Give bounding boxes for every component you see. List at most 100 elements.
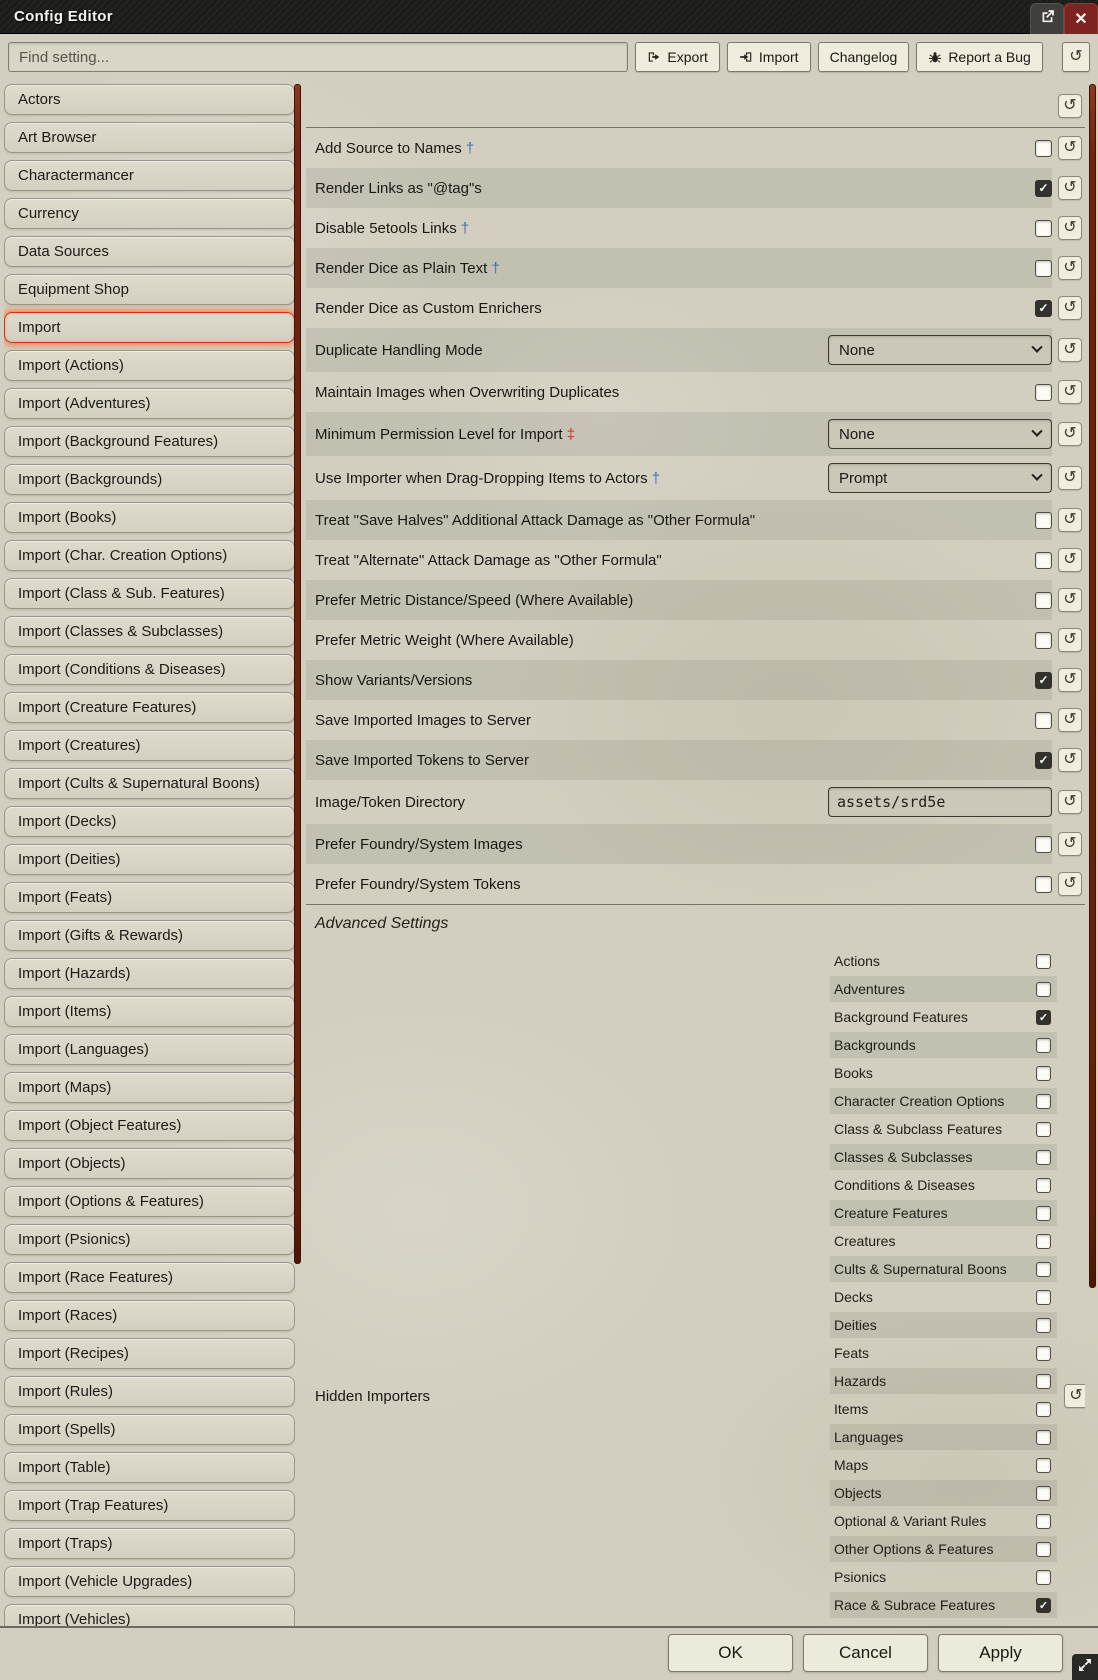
sidebar-item-import-char-creation-options[interactable]: Import (Char. Creation Options) (4, 540, 295, 571)
setting-checkbox[interactable]: ✓ (1035, 876, 1052, 893)
setting-checkbox[interactable]: ✓ (1036, 1178, 1051, 1193)
setting-checkbox[interactable]: ✓ (1036, 1318, 1051, 1333)
sidebar-item-import-items[interactable]: Import (Items) (4, 996, 295, 1027)
sidebar-item-import-object-features[interactable]: Import (Object Features) (4, 1110, 295, 1141)
sidebar-item-import-background-features[interactable]: Import (Background Features) (4, 426, 295, 457)
setting-checkbox[interactable]: ✓ (1036, 1346, 1051, 1361)
setting-select[interactable]: None (828, 419, 1052, 449)
sidebar-item-import-rules[interactable]: Import (Rules) (4, 1376, 295, 1407)
sidebar-item-import-deities[interactable]: Import (Deities) (4, 844, 295, 875)
setting-checkbox[interactable]: ✓ (1036, 982, 1051, 997)
reset-setting-button[interactable]: ↺ (1058, 466, 1082, 490)
setting-checkbox[interactable]: ✓ (1035, 632, 1052, 649)
sidebar-item-import-class-sub-features[interactable]: Import (Class & Sub. Features) (4, 578, 295, 609)
setting-checkbox[interactable]: ✓ (1036, 1122, 1051, 1137)
setting-checkbox[interactable]: ✓ (1036, 1262, 1051, 1277)
sidebar-scrollbar[interactable] (294, 84, 301, 1264)
sidebar-item-import-psionics[interactable]: Import (Psionics) (4, 1224, 295, 1255)
setting-checkbox[interactable]: ✓ (1036, 1514, 1051, 1529)
changelog-button[interactable]: Changelog (818, 42, 910, 72)
sidebar-item-data-sources[interactable]: Data Sources (4, 236, 295, 267)
sidebar-item-import-creature-features[interactable]: Import (Creature Features) (4, 692, 295, 723)
sidebar-item-charactermancer[interactable]: Charactermancer (4, 160, 295, 191)
setting-checkbox[interactable]: ✓ (1035, 752, 1052, 769)
setting-checkbox[interactable]: ✓ (1035, 836, 1052, 853)
reset-setting-button[interactable]: ↺ (1058, 296, 1082, 320)
setting-checkbox[interactable]: ✓ (1036, 1066, 1051, 1081)
report-bug-button[interactable]: Report a Bug (916, 42, 1043, 72)
setting-checkbox[interactable]: ✓ (1036, 1038, 1051, 1053)
setting-checkbox[interactable]: ✓ (1035, 552, 1052, 569)
sidebar-item-actors[interactable]: Actors (4, 84, 295, 115)
setting-checkbox[interactable]: ✓ (1035, 712, 1052, 729)
setting-select[interactable]: None (828, 335, 1052, 365)
sidebar-item-import-feats[interactable]: Import (Feats) (4, 882, 295, 913)
setting-checkbox[interactable]: ✓ (1035, 384, 1052, 401)
setting-checkbox[interactable]: ✓ (1036, 1458, 1051, 1473)
setting-checkbox[interactable]: ✓ (1036, 1206, 1051, 1221)
export-button[interactable]: Export (635, 42, 719, 72)
sidebar-item-import-spells[interactable]: Import (Spells) (4, 1414, 295, 1445)
setting-checkbox[interactable]: ✓ (1035, 592, 1052, 609)
reset-setting-button[interactable]: ↺ (1058, 256, 1082, 280)
sidebar-item-import-cults-supernatural-boons[interactable]: Import (Cults & Supernatural Boons) (4, 768, 295, 799)
close-button[interactable]: ✕ (1064, 3, 1098, 34)
sidebar-item-import-maps[interactable]: Import (Maps) (4, 1072, 295, 1103)
setting-checkbox[interactable]: ✓ (1035, 180, 1052, 197)
sidebar-item-import-decks[interactable]: Import (Decks) (4, 806, 295, 837)
sidebar-item-import-race-features[interactable]: Import (Race Features) (4, 1262, 295, 1293)
setting-checkbox[interactable]: ✓ (1036, 1234, 1051, 1249)
setting-select[interactable]: Prompt (828, 463, 1052, 493)
setting-checkbox[interactable]: ✓ (1036, 1150, 1051, 1165)
sidebar-item-import-vehicles[interactable]: Import (Vehicles) (4, 1604, 295, 1626)
setting-checkbox[interactable]: ✓ (1035, 220, 1052, 237)
reset-setting-button[interactable]: ↺ (1058, 708, 1082, 732)
reset-setting-button[interactable]: ↺ (1058, 628, 1082, 652)
sidebar-item-import-classes-subclasses[interactable]: Import (Classes & Subclasses) (4, 616, 295, 647)
setting-checkbox[interactable]: ✓ (1035, 300, 1052, 317)
reset-setting-button[interactable]: ↺ (1058, 832, 1082, 856)
sidebar-item-equipment-shop[interactable]: Equipment Shop (4, 274, 295, 305)
import-button[interactable]: Import (727, 42, 811, 72)
setting-checkbox[interactable]: ✓ (1036, 1598, 1051, 1613)
reset-setting-button[interactable]: ↺ (1058, 548, 1082, 572)
reset-tab-button[interactable]: ↺ (1058, 94, 1082, 118)
cancel-button[interactable]: Cancel (803, 1634, 928, 1672)
reset-setting-button[interactable]: ↺ (1058, 872, 1082, 896)
sidebar-item-import-conditions-diseases[interactable]: Import (Conditions & Diseases) (4, 654, 295, 685)
sidebar-item-import-adventures[interactable]: Import (Adventures) (4, 388, 295, 419)
reset-hidden-importers-button[interactable]: ↺ (1064, 1384, 1085, 1408)
setting-checkbox[interactable]: ✓ (1036, 1290, 1051, 1305)
resize-handle[interactable] (1072, 1654, 1098, 1680)
sidebar-item-import-options-features[interactable]: Import (Options & Features) (4, 1186, 295, 1217)
setting-checkbox[interactable]: ✓ (1036, 1542, 1051, 1557)
sidebar-item-import-backgrounds[interactable]: Import (Backgrounds) (4, 464, 295, 495)
popout-button[interactable] (1030, 3, 1064, 34)
search-input[interactable] (8, 42, 628, 72)
sidebar-item-import-actions[interactable]: Import (Actions) (4, 350, 295, 381)
setting-checkbox[interactable]: ✓ (1035, 140, 1052, 157)
sidebar-item-import-objects[interactable]: Import (Objects) (4, 1148, 295, 1179)
reset-setting-button[interactable]: ↺ (1058, 668, 1082, 692)
content-scrollbar[interactable] (1089, 84, 1096, 1288)
setting-checkbox[interactable]: ✓ (1036, 1094, 1051, 1109)
sidebar-item-import-trap-features[interactable]: Import (Trap Features) (4, 1490, 295, 1521)
setting-checkbox[interactable]: ✓ (1036, 1430, 1051, 1445)
setting-checkbox[interactable]: ✓ (1036, 1486, 1051, 1501)
reset-setting-button[interactable]: ↺ (1058, 380, 1082, 404)
sidebar-item-import-languages[interactable]: Import (Languages) (4, 1034, 295, 1065)
sidebar-item-import[interactable]: Import (4, 312, 295, 343)
setting-checkbox[interactable]: ✓ (1036, 1402, 1051, 1417)
reset-setting-button[interactable]: ↺ (1058, 136, 1082, 160)
sidebar-item-import-table[interactable]: Import (Table) (4, 1452, 295, 1483)
reset-setting-button[interactable]: ↺ (1058, 790, 1082, 814)
sidebar-item-import-races[interactable]: Import (Races) (4, 1300, 295, 1331)
sidebar-item-import-traps[interactable]: Import (Traps) (4, 1528, 295, 1559)
sidebar-item-import-recipes[interactable]: Import (Recipes) (4, 1338, 295, 1369)
setting-checkbox[interactable]: ✓ (1035, 672, 1052, 689)
sidebar-item-import-vehicle-upgrades[interactable]: Import (Vehicle Upgrades) (4, 1566, 295, 1597)
reset-setting-button[interactable]: ↺ (1058, 216, 1082, 240)
reset-setting-button[interactable]: ↺ (1058, 748, 1082, 772)
sidebar-item-import-hazards[interactable]: Import (Hazards) (4, 958, 295, 989)
setting-checkbox[interactable]: ✓ (1035, 260, 1052, 277)
